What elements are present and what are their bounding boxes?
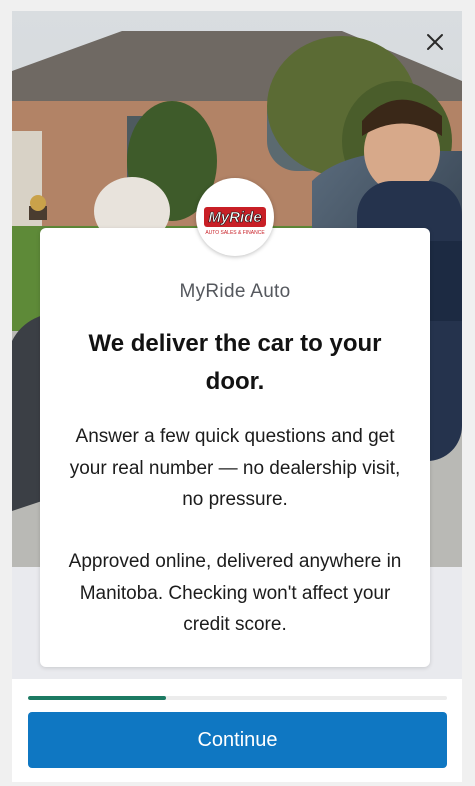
svg-text:MyRide: MyRide bbox=[208, 209, 261, 226]
close-icon bbox=[427, 34, 443, 50]
progress-fill bbox=[28, 696, 167, 700]
progress-bar bbox=[28, 696, 447, 700]
body-paragraph-2: Approved online, delivered anywhere in M… bbox=[68, 551, 402, 635]
brand-logo: MyRide AUTO SALES & FINANCE bbox=[196, 178, 274, 256]
svg-text:AUTO SALES & FINANCE: AUTO SALES & FINANCE bbox=[205, 230, 265, 236]
modal-footer: Continue bbox=[12, 679, 462, 782]
close-button[interactable] bbox=[424, 31, 446, 53]
continue-button[interactable]: Continue bbox=[28, 712, 447, 768]
body-paragraph-1: Answer a few quick questions and get you… bbox=[69, 426, 401, 510]
myride-logo-icon: MyRide AUTO SALES & FINANCE bbox=[204, 207, 266, 236]
brand-name: MyRide Auto bbox=[179, 281, 291, 302]
headline: We deliver the car to your door. bbox=[88, 330, 382, 395]
lead-form-modal: MyRide AUTO SALES & FINANCE MyRide Auto … bbox=[12, 11, 462, 782]
info-card: MyRide AUTO SALES & FINANCE MyRide Auto … bbox=[40, 178, 430, 667]
